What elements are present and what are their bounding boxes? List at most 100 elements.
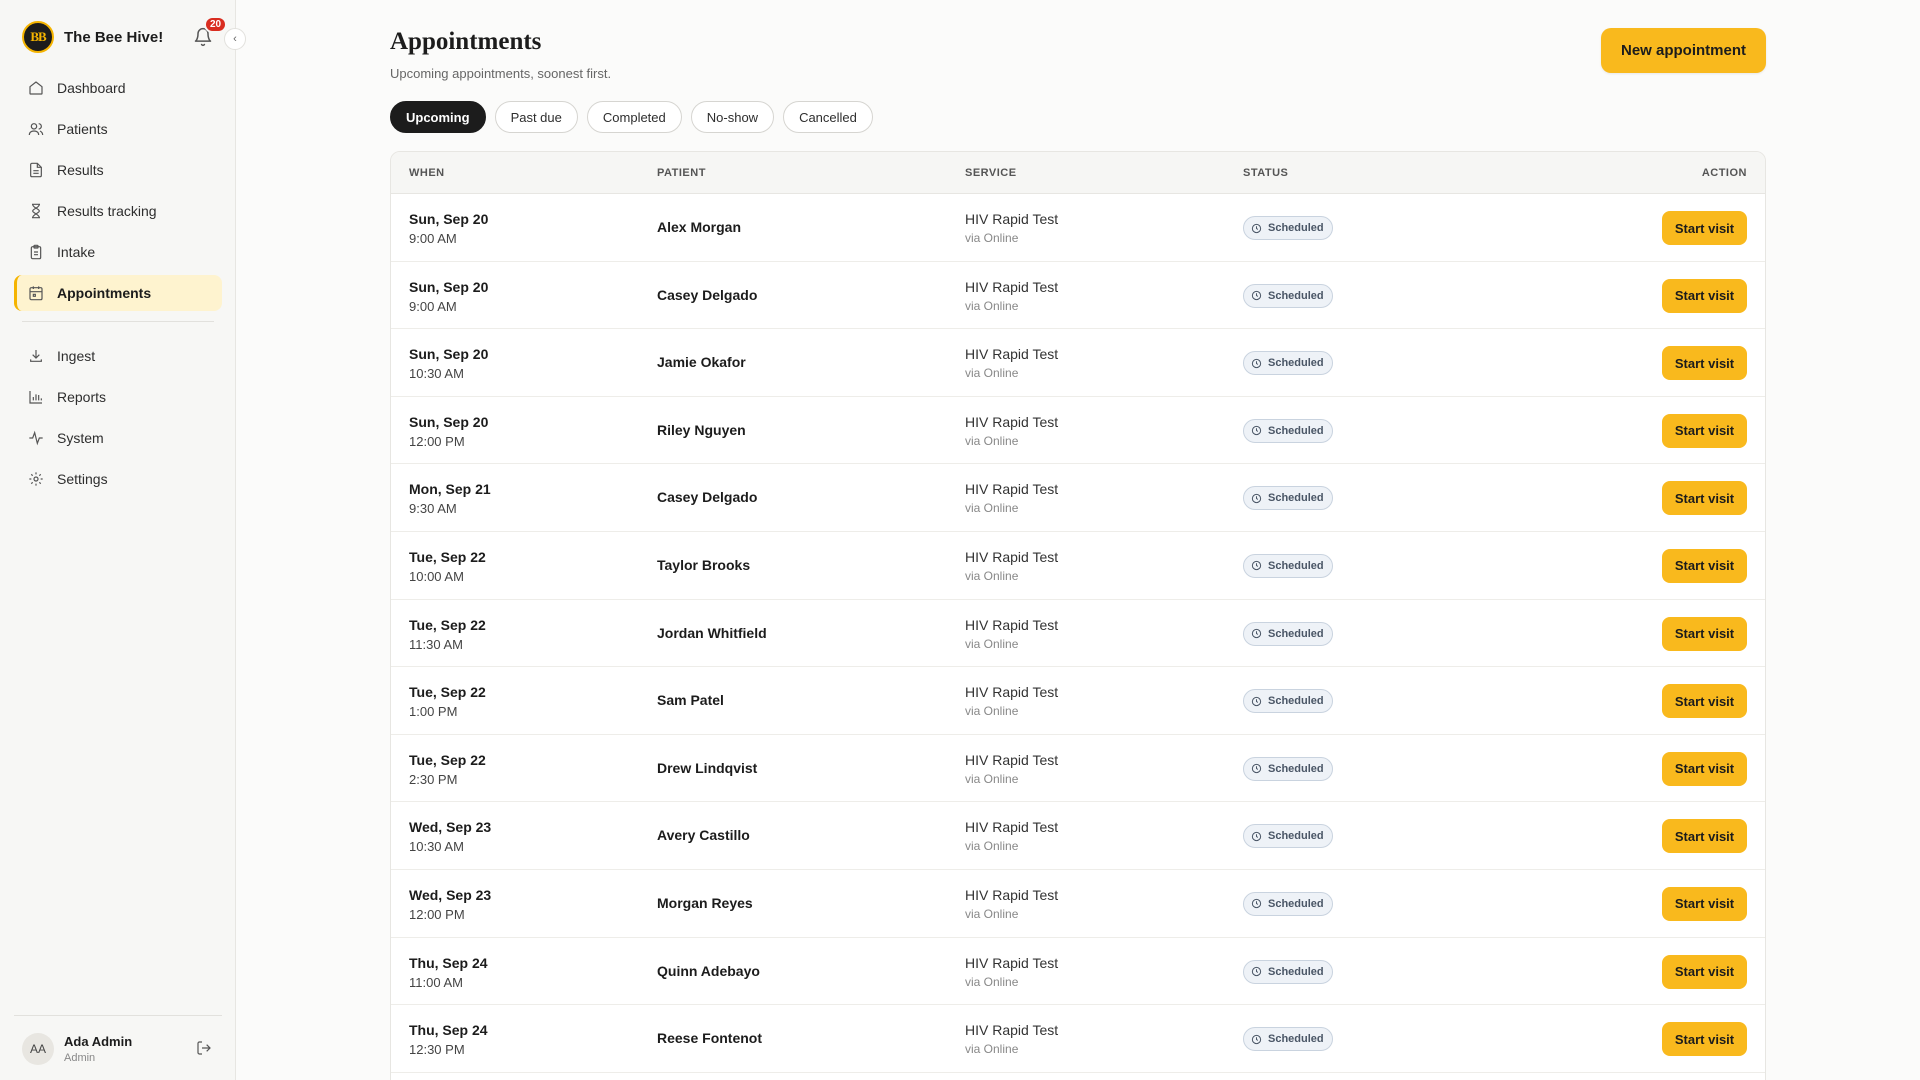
tab-upcoming[interactable]: Upcoming bbox=[390, 101, 486, 133]
patient-name[interactable]: Jamie Okafor bbox=[657, 354, 746, 370]
appointment-time: 12:00 PM bbox=[409, 433, 465, 449]
appointment-when: Tue, Sep 22 2:30 PM bbox=[409, 752, 486, 787]
start-visit-button[interactable]: Start visit bbox=[1662, 548, 1747, 583]
column-header-patient[interactable]: PATIENT bbox=[657, 167, 706, 179]
sidebar-item-label: Results tracking bbox=[57, 203, 157, 219]
status-label: Scheduled bbox=[1268, 762, 1324, 775]
brand[interactable]: BB The Bee Hive! bbox=[22, 20, 163, 54]
logo-text: BB bbox=[30, 29, 46, 44]
sidebar-item-intake[interactable]: Intake bbox=[14, 234, 222, 270]
home-icon bbox=[28, 80, 44, 96]
start-visit-button[interactable]: Start visit bbox=[1662, 346, 1747, 381]
logout-icon[interactable] bbox=[196, 1040, 212, 1056]
patient-name[interactable]: Reese Fontenot bbox=[657, 1030, 762, 1046]
start-visit-button[interactable]: Start visit bbox=[1662, 211, 1747, 245]
service-name: HIV Rapid Test bbox=[965, 684, 1059, 701]
start-visit-button[interactable]: Start visit bbox=[1662, 278, 1747, 313]
new-appointment-button[interactable]: New appointment bbox=[1601, 28, 1766, 73]
table-row[interactable]: Thu, Sep 24 12:30 PM Reese Fontenot HIV Rap… bbox=[391, 1005, 1765, 1073]
appointment-time: 10:00 AM bbox=[409, 568, 464, 584]
patient-name[interactable]: Quinn Adebayo bbox=[657, 963, 760, 979]
column-header-status[interactable]: STATUS bbox=[1243, 167, 1288, 179]
appointment-time: 9:30 AM bbox=[409, 501, 457, 517]
start-visit-button[interactable]: Start visit bbox=[1662, 1022, 1747, 1057]
table-row[interactable]: Sun, Sep 20 10:30 AM Jamie Okafor HIV Rapid… bbox=[391, 329, 1765, 397]
sidebar-item-dashboard[interactable]: Dashboard bbox=[14, 70, 222, 106]
start-visit-button[interactable]: Start visit bbox=[1662, 616, 1747, 651]
status-badge: Scheduled bbox=[1243, 1027, 1333, 1052]
table-header: WHEN PATIENT SERVICE STATUS ACTION bbox=[391, 152, 1765, 194]
table-row[interactable]: Sun, Sep 20 9:00 AM Casey Delgado HIV Rapid… bbox=[391, 262, 1765, 330]
tab-completed[interactable]: Completed bbox=[586, 101, 682, 133]
start-visit-button[interactable]: Start visit bbox=[1662, 684, 1747, 719]
user-profile[interactable]: AA Ada Admin Admin bbox=[14, 1015, 222, 1070]
sidebar-item-results-tracking[interactable]: Results tracking bbox=[14, 193, 222, 229]
appointment-date: Thu, Sep 24 bbox=[409, 1022, 488, 1039]
clock-icon bbox=[1251, 290, 1268, 301]
table-row[interactable]: Tue, Sep 22 1:00 PM Sam Patel HIV Rapid Tes… bbox=[391, 667, 1765, 735]
service-channel: via Online bbox=[965, 501, 1019, 516]
tab-past-due[interactable]: Past due bbox=[494, 101, 578, 133]
status-label: Scheduled bbox=[1268, 424, 1324, 437]
patient-name[interactable]: Casey Delgado bbox=[657, 489, 757, 505]
table-row[interactable]: Wed, Sep 23 10:30 AM Avery Castillo HIV Rap… bbox=[391, 802, 1765, 870]
tab-no-show[interactable]: No-show bbox=[690, 101, 775, 133]
bar-chart-icon bbox=[28, 389, 44, 405]
appointment-time: 10:30 AM bbox=[409, 366, 464, 382]
sidebar-item-ingest[interactable]: Ingest bbox=[14, 338, 222, 374]
table-row[interactable]: Tue, Sep 22 11:30 AM Jordan Whitfield HIV R… bbox=[391, 600, 1765, 668]
appointment-service: HIV Rapid Test via Online bbox=[965, 414, 1058, 448]
table-row[interactable]: Tue, Sep 22 10:00 AM Taylor Brooks HIV Rapi… bbox=[391, 532, 1765, 600]
table-row[interactable]: Sun, Sep 20 12:00 PM Riley Nguyen HIV Rapid… bbox=[391, 397, 1765, 465]
appointment-date: Wed, Sep 23 bbox=[409, 886, 492, 903]
collapse-sidebar-button[interactable]: ‹ bbox=[224, 28, 246, 50]
sidebar-item-appointments[interactable]: Appointments bbox=[14, 275, 222, 311]
patient-name[interactable]: Sam Patel bbox=[657, 692, 724, 708]
app-name: The Bee Hive! bbox=[64, 28, 164, 46]
patient-name[interactable]: Avery Castillo bbox=[657, 827, 750, 843]
table-row[interactable]: Wed, Sep 23 12:00 PM Morgan Reyes HIV Rapid… bbox=[391, 870, 1765, 938]
appointment-service: HIV Rapid Test via Online bbox=[965, 346, 1058, 380]
nav-divider bbox=[22, 321, 214, 322]
table-row[interactable]: Thu, Sep 24 11:00 AM Quinn Adebayo HIV Rapi… bbox=[391, 938, 1765, 1006]
patient-name[interactable]: Jordan Whitfield bbox=[657, 625, 767, 641]
sidebar-item-settings[interactable]: Settings bbox=[14, 461, 222, 497]
clock-icon bbox=[1251, 966, 1268, 977]
status-badge: Scheduled bbox=[1243, 216, 1333, 240]
users-icon bbox=[28, 121, 44, 137]
patient-name[interactable]: Riley Nguyen bbox=[657, 422, 746, 438]
service-name: HIV Rapid Test bbox=[965, 413, 1059, 430]
start-visit-button[interactable]: Start visit bbox=[1662, 481, 1747, 516]
patient-name[interactable]: Alex Morgan bbox=[657, 219, 741, 235]
column-header-when[interactable]: WHEN bbox=[409, 167, 445, 179]
service-channel: via Online bbox=[965, 568, 1019, 583]
tab-cancelled[interactable]: Cancelled bbox=[783, 101, 873, 133]
sidebar-item-results[interactable]: Results bbox=[14, 152, 222, 188]
sidebar-item-patients[interactable]: Patients bbox=[14, 111, 222, 147]
start-visit-button[interactable]: Start visit bbox=[1662, 886, 1747, 921]
sidebar-item-reports[interactable]: Reports bbox=[14, 379, 222, 415]
sidebar-item-system[interactable]: System bbox=[14, 420, 222, 456]
service-name: HIV Rapid Test bbox=[965, 481, 1059, 498]
patient-name[interactable]: Casey Delgado bbox=[657, 287, 757, 303]
status-label: Scheduled bbox=[1268, 627, 1324, 640]
status-badge: Scheduled bbox=[1243, 959, 1333, 984]
column-header-service[interactable]: SERVICE bbox=[965, 167, 1017, 179]
service-name: HIV Rapid Test bbox=[965, 616, 1059, 633]
table-row[interactable]: Mon, Sep 21 9:30 AM Casey Delgado HIV Rapid… bbox=[391, 464, 1765, 532]
patient-name[interactable]: Morgan Reyes bbox=[657, 895, 753, 911]
appointment-date: Sun, Sep 20 bbox=[409, 346, 489, 363]
start-visit-button[interactable]: Start visit bbox=[1662, 751, 1747, 786]
chevron-left-icon: ‹ bbox=[233, 33, 237, 45]
start-visit-button[interactable]: Start visit bbox=[1662, 413, 1747, 448]
table-row[interactable]: Tue, Sep 22 2:30 PM Drew Lindqvist HIV Rapi… bbox=[391, 735, 1765, 803]
status-label: Scheduled bbox=[1268, 965, 1324, 978]
appointment-time: 2:30 PM bbox=[409, 771, 458, 787]
appointment-date: Wed, Sep 23 bbox=[409, 819, 492, 836]
patient-name[interactable]: Taylor Brooks bbox=[657, 557, 750, 573]
status-badge: Scheduled bbox=[1243, 351, 1333, 376]
patient-name[interactable]: Drew Lindqvist bbox=[657, 760, 757, 776]
start-visit-button[interactable]: Start visit bbox=[1662, 819, 1747, 854]
start-visit-button[interactable]: Start visit bbox=[1662, 954, 1747, 989]
table-row[interactable]: Sun, Sep 20 9:00 AM Alex Morgan HIV Rapid T… bbox=[391, 194, 1765, 262]
